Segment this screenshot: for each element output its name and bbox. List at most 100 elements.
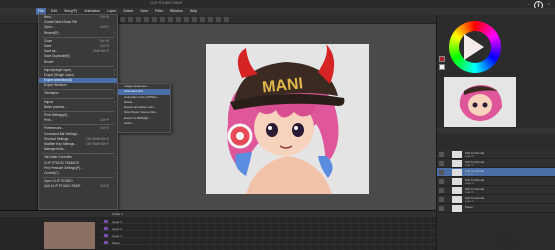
eye-icon[interactable]: [439, 161, 444, 166]
timeline-panel: Folder 1 Layer 3 Layer 2 Layer 1 Paper: [0, 210, 436, 250]
main-color-swatch[interactable]: [439, 56, 445, 62]
layer-row[interactable]: 100 % Normal Layer 6: [437, 150, 555, 159]
file-menu-item-label: CLIP STUDIO TABMATE: [44, 160, 80, 165]
sub-color-swatch[interactable]: [439, 64, 445, 70]
layer-row[interactable]: 100 % Normal Layer 5: [437, 159, 555, 168]
layer-panel: 100 % Normal Layer 6 100 % Normal Layer 5 10…: [437, 150, 555, 250]
layer-row[interactable]: 100 % Normal Layer 3: [437, 177, 555, 186]
channel-logo: [496, 232, 518, 250]
file-menu-item-label: Manage fonts...: [44, 147, 66, 152]
menu-separator: [42, 111, 114, 112]
close-icon[interactable]: ×: [546, 1, 551, 6]
color-triangle[interactable]: [464, 34, 484, 60]
eye-icon[interactable]: [439, 197, 444, 202]
track-marker: [104, 241, 108, 244]
file-menu-item-label: Preferences...: [44, 126, 64, 131]
canvas-paper[interactable]: MANI: [206, 44, 369, 194]
timeline-track[interactable]: Paper: [100, 240, 436, 245]
export-animation-submenu: Image sequence... Animated GIF... Animatio…: [117, 83, 171, 133]
toolbar-button[interactable]: [152, 17, 157, 22]
file-menu-item[interactable]: Export Webtoon ›: [39, 83, 117, 88]
toolbar-button[interactable]: [208, 17, 213, 22]
menu-select[interactable]: Select: [121, 8, 135, 15]
toolbar-button[interactable]: [128, 17, 133, 22]
chevron-right-icon: ›: [113, 91, 115, 96]
timeline-track[interactable]: Layer 1: [100, 233, 436, 238]
navigator-tabs[interactable]: [437, 128, 555, 134]
file-menu-item-label: Pen Pressure Settings(P)...: [44, 165, 83, 170]
file-menu-item[interactable]: Revert: [39, 60, 117, 65]
layer-name: Layer 3: [465, 182, 474, 185]
menu-filter[interactable]: Filter: [153, 8, 165, 15]
layer-thumbnail: [452, 151, 462, 158]
file-menu-item-label: Batch process...: [44, 104, 67, 109]
toolbar-button[interactable]: [224, 17, 229, 22]
chevron-right-icon: ›: [113, 30, 115, 35]
timeline-thumbnail: [44, 222, 95, 249]
minimize-icon[interactable]: –: [526, 1, 531, 6]
menu-separator: [42, 36, 114, 38]
toolbar-button[interactable]: [168, 17, 173, 22]
layer-row[interactable]: 100 % Normal Layer 4: [437, 168, 555, 177]
shoulders: [246, 156, 332, 194]
file-menu-item[interactable]: Print... Ctrl+P: [39, 118, 117, 123]
eye-icon[interactable]: [439, 170, 444, 175]
file-menu-item-label: Print...: [44, 118, 54, 123]
toolbar-button[interactable]: [184, 17, 189, 22]
toolbar-button[interactable]: [216, 17, 221, 22]
menu-separator: [42, 177, 114, 179]
track-marker: [104, 227, 108, 230]
layer-name: Layer 4: [465, 173, 474, 176]
eye-icon[interactable]: [439, 206, 444, 211]
file-menu-item-label: Export animation(A): [44, 78, 73, 83]
track-name: Paper: [112, 240, 121, 245]
export-submenu-item[interactable]: Audio...: [118, 121, 170, 126]
file-menu-item-label: Close: [44, 38, 53, 43]
right-eye-highlight: [294, 126, 298, 130]
chevron-right-icon: ›: [113, 83, 115, 88]
file-menu-item[interactable]: Manage fonts...: [39, 147, 117, 152]
eye-icon[interactable]: [439, 152, 444, 157]
navigator-preview[interactable]: [444, 77, 516, 127]
file-menu-item-label: Revert: [44, 59, 54, 64]
file-menu-item-label: Export Webtoon: [44, 83, 67, 88]
menu-separator: [42, 97, 114, 99]
layer-thumbnail: [452, 178, 462, 185]
menu-window[interactable]: Window: [168, 8, 185, 15]
toolbar-button[interactable]: [160, 17, 165, 22]
window-title: CLIP STUDIO PAINT: [150, 1, 183, 5]
file-menu-item-label: Recent(R): [44, 30, 59, 35]
toolbar-button[interactable]: [136, 17, 141, 22]
toolbar-button[interactable]: [176, 17, 181, 22]
file-menu-dropdown: New... Ctrl+N Create Direct Draw File Open.…: [38, 14, 118, 210]
menu-help[interactable]: Help: [188, 8, 199, 15]
layer-row[interactable]: 100 % Normal Layer 1: [437, 195, 555, 204]
toolbar-button[interactable]: [120, 17, 125, 22]
eye-icon[interactable]: [439, 188, 444, 193]
file-menu-item-label: Import(single layer): [44, 67, 72, 72]
track-marker: [104, 234, 108, 237]
timeline-track[interactable]: Layer 2: [100, 226, 436, 231]
file-menu-item[interactable]: Batch process...: [39, 105, 117, 110]
tool-panel: [0, 24, 38, 210]
color-wheel[interactable]: [449, 21, 501, 73]
file-menu-item-label: Print Settings(S)...: [44, 113, 70, 117]
file-menu-item[interactable]: Timelapse ›: [39, 91, 117, 96]
file-menu-item-label: Save: [44, 43, 52, 48]
file-menu-item-label: Tab-Mate Controller: [44, 155, 72, 160]
chevron-right-icon: ›: [113, 170, 115, 175]
layer-row[interactable]: Paper: [437, 204, 555, 213]
headphone-center: [236, 132, 244, 140]
toolbar-button[interactable]: [144, 17, 149, 22]
eye-icon[interactable]: [439, 179, 444, 184]
layer-row[interactable]: 100 % Normal Layer 2: [437, 186, 555, 195]
layer-thumbnail: [452, 160, 462, 167]
file-menu-item[interactable]: Control(C) ›: [39, 171, 117, 176]
file-menu-item[interactable]: Recent(R) ›: [39, 31, 117, 36]
file-menu-item[interactable]: Quit CLIP STUDIO PAINT Ctrl+Q: [39, 184, 117, 189]
toolbar-button[interactable]: [192, 17, 197, 22]
menu-view[interactable]: View: [138, 8, 150, 15]
timeline-track[interactable]: Layer 3: [100, 219, 436, 224]
toolbar-button[interactable]: [200, 17, 205, 22]
character-artwork: MANI: [227, 44, 345, 194]
